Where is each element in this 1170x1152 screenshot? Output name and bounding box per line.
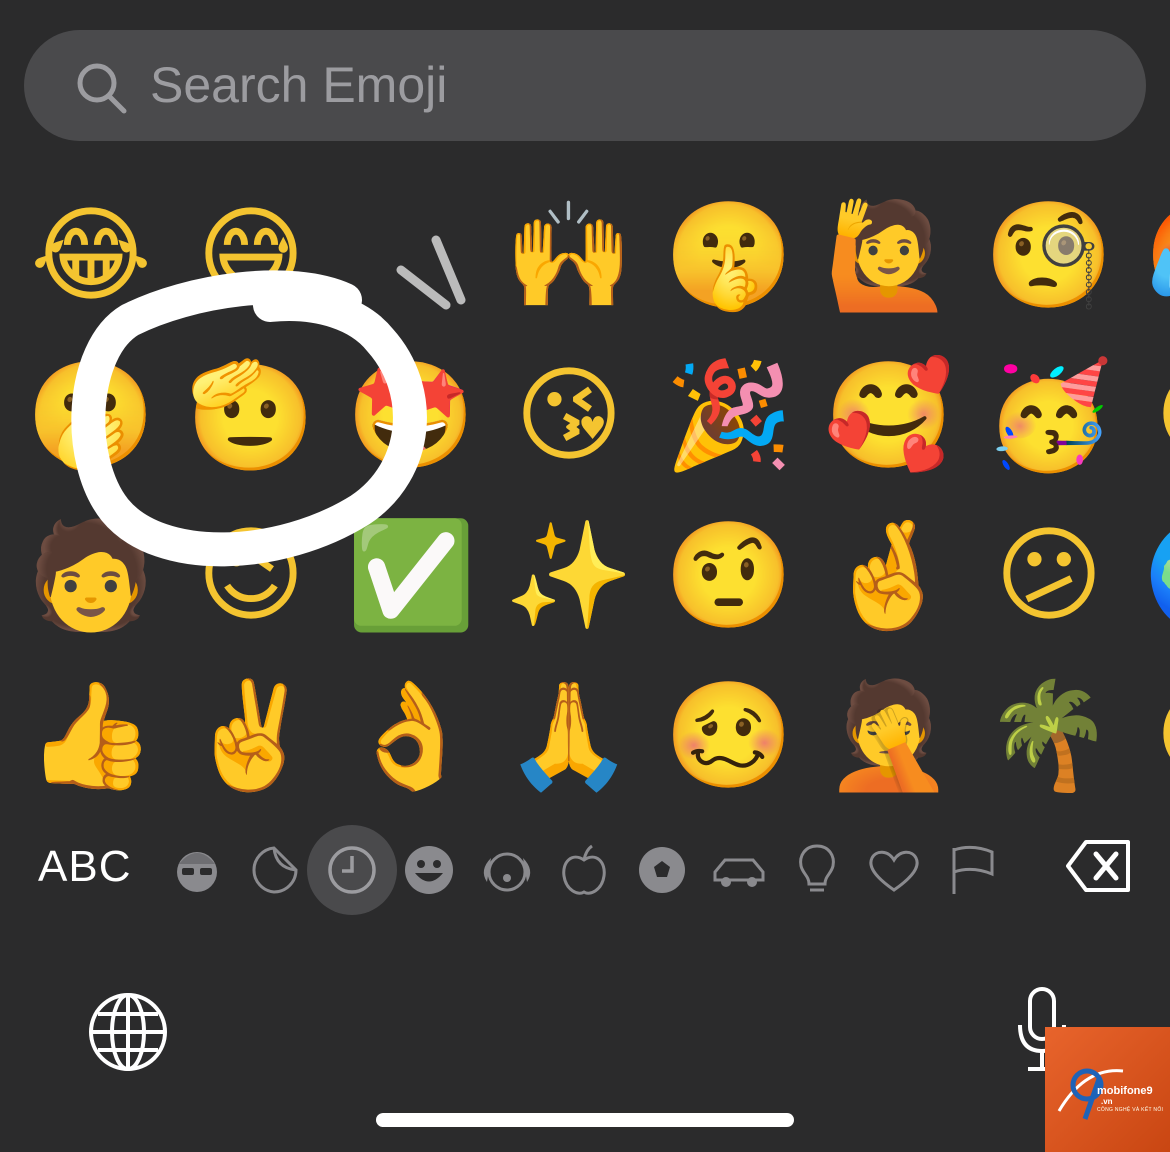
emoji-cell[interactable]: 😉 bbox=[186, 510, 316, 640]
emoji-cell[interactable]: 🤞 bbox=[824, 510, 954, 640]
dog-icon[interactable] bbox=[477, 840, 537, 900]
car-icon[interactable] bbox=[709, 840, 769, 900]
smiley-icon[interactable] bbox=[399, 840, 459, 900]
watermark-brand: mobifone9 bbox=[1097, 1085, 1153, 1097]
emoji-cell[interactable]: 😅 bbox=[186, 190, 316, 320]
emoji-cell[interactable]: ✨ bbox=[504, 510, 634, 640]
emoji-cell[interactable]: 🤨 bbox=[664, 510, 794, 640]
emoji-cell[interactable]: 🥵 bbox=[1144, 190, 1170, 320]
emoji-cell[interactable]: 🤦 bbox=[824, 670, 954, 800]
apple-icon[interactable] bbox=[554, 840, 614, 900]
watermark-tagline: CÔNG NGHỆ VÀ KẾT NỐI bbox=[1097, 1107, 1164, 1113]
emoji-cell[interactable]: 👌 bbox=[346, 670, 476, 800]
category-bar: ABC bbox=[0, 820, 1170, 920]
emoji-grid: 😂 😅 🙌 🤫 🙋 🧐 🥵 🫢 🫡 🤩 😘 🎉 🥰 🥳 😘 🧑 😉 ✅ ✨ 🤨 … bbox=[0, 190, 1170, 820]
emoji-cell[interactable]: 😕 bbox=[984, 510, 1114, 640]
emoji-cell[interactable]: 🙋 bbox=[824, 190, 954, 320]
home-indicator[interactable] bbox=[376, 1113, 794, 1127]
emoji-cell[interactable]: ✌️ bbox=[186, 670, 316, 800]
sticker-icon[interactable] bbox=[244, 840, 304, 900]
emoji-search-bar[interactable]: Search Emoji bbox=[24, 30, 1146, 141]
emoji-cell[interactable]: 🎉 bbox=[664, 350, 794, 480]
flag-icon[interactable] bbox=[942, 840, 1002, 900]
emoji-cell[interactable]: ✅ bbox=[346, 510, 476, 640]
emoji-cell[interactable]: 🌍 bbox=[1144, 510, 1170, 640]
search-icon bbox=[77, 63, 127, 114]
watermark-domain: .vn bbox=[1101, 1097, 1113, 1106]
emoji-cell[interactable]: 🙌 bbox=[504, 190, 634, 320]
memoji-icon[interactable] bbox=[167, 840, 227, 900]
heart-icon[interactable] bbox=[864, 840, 924, 900]
emoji-cell[interactable]: 🙏 bbox=[504, 670, 634, 800]
emoji-cell-slash-lines[interactable] bbox=[376, 220, 476, 320]
emoji-cell[interactable]: 🌴 bbox=[984, 670, 1114, 800]
emoji-cell[interactable]: 😂 bbox=[26, 190, 156, 320]
emoji-cell[interactable]: 😘 bbox=[504, 350, 634, 480]
emoji-cell[interactable]: 🫢 bbox=[26, 350, 156, 480]
delete-backspace-icon[interactable] bbox=[1064, 836, 1134, 896]
emoji-cell[interactable]: 🥳 bbox=[984, 350, 1114, 480]
emoji-cell[interactable]: 🤫 bbox=[664, 190, 794, 320]
lightbulb-icon[interactable] bbox=[787, 840, 847, 900]
emoji-cell[interactable]: 😘 bbox=[1144, 350, 1170, 480]
emoji-cell[interactable]: 🥰 bbox=[824, 350, 954, 480]
emoji-cell-highlighted[interactable]: 🫡 bbox=[186, 350, 316, 480]
emoji-cell[interactable]: 🧐 bbox=[984, 190, 1114, 320]
emoji-cell[interactable]: 🤩 bbox=[346, 350, 476, 480]
abc-button[interactable]: ABC bbox=[38, 842, 131, 892]
emoji-cell[interactable]: 🥴 bbox=[664, 670, 794, 800]
emoji-cell[interactable]: 🧑 bbox=[26, 510, 156, 640]
globe-icon[interactable] bbox=[86, 990, 170, 1074]
watermark-logo: mobifone9 .vn CÔNG NGHỆ VÀ KẾT NỐI bbox=[1045, 1027, 1170, 1152]
emoji-cell[interactable]: 👍 bbox=[26, 670, 156, 800]
soccer-ball-icon[interactable] bbox=[632, 840, 692, 900]
search-placeholder: Search Emoji bbox=[150, 57, 448, 113]
emoji-cell[interactable]: 😀 bbox=[1144, 670, 1170, 800]
clock-icon[interactable] bbox=[307, 825, 397, 915]
